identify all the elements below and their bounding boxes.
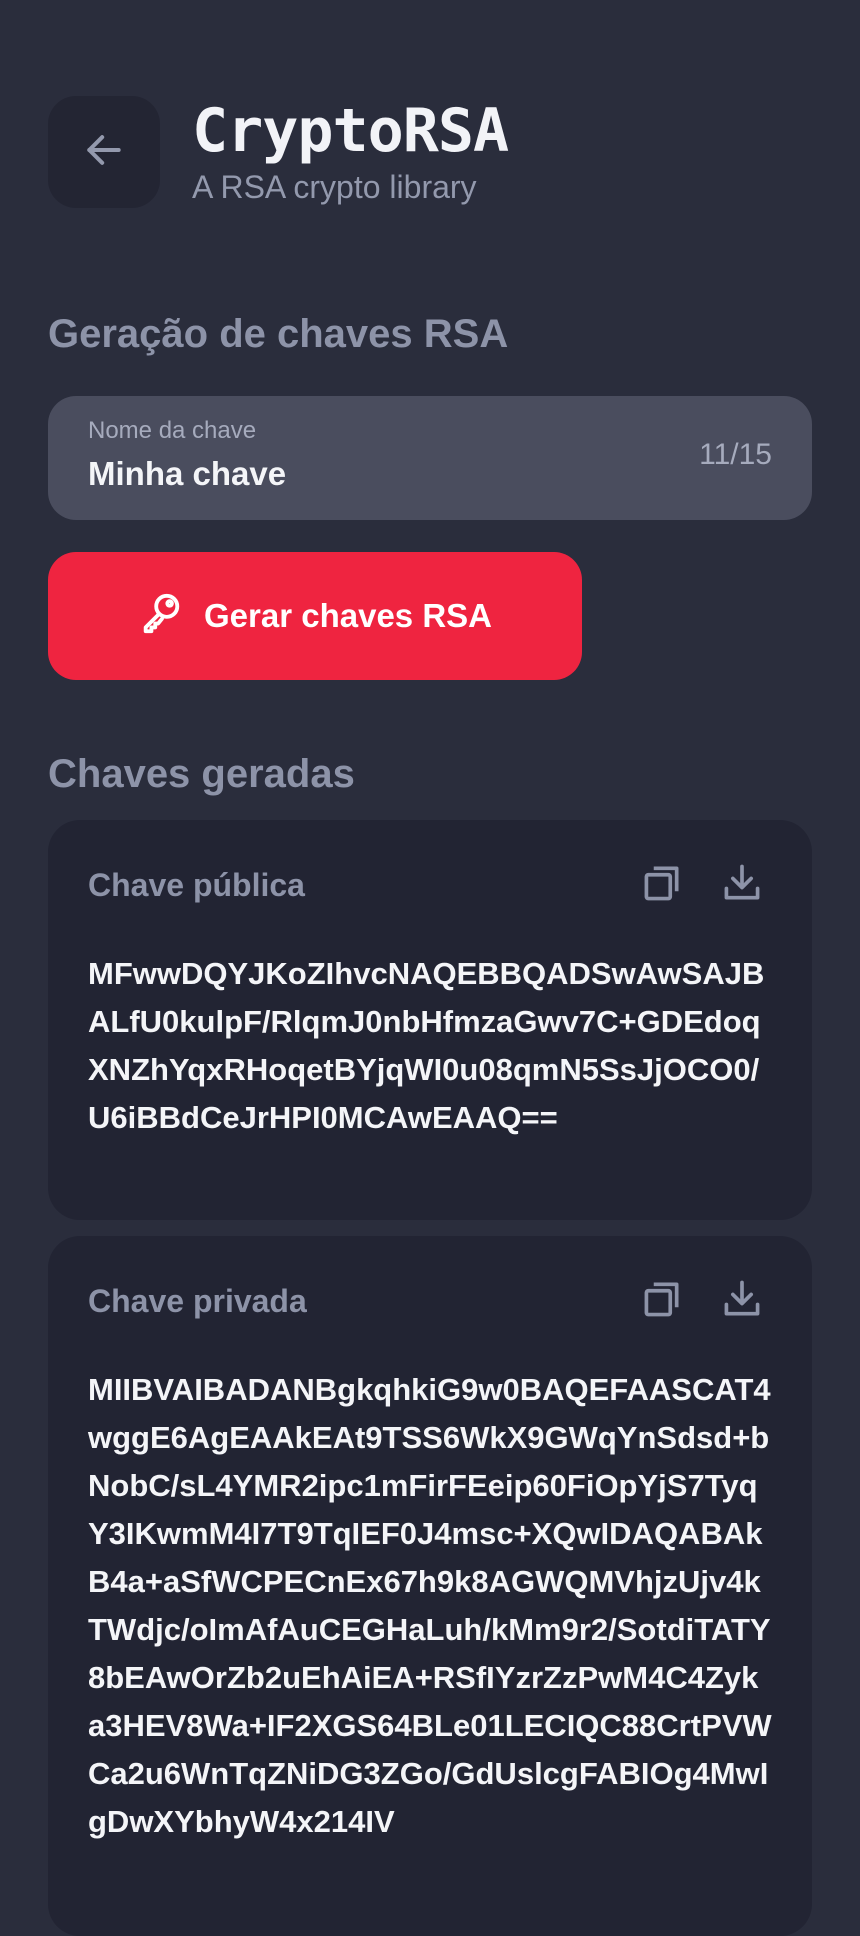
app-header: CryptoRSA A RSA crypto library bbox=[48, 96, 509, 208]
download-icon bbox=[720, 861, 764, 910]
key-name-field[interactable]: Nome da chave Minha chave 11/15 bbox=[48, 396, 812, 520]
back-button[interactable] bbox=[48, 96, 160, 208]
generate-keys-label: Gerar chaves RSA bbox=[204, 597, 492, 634]
private-key-title: Chave privada bbox=[88, 1282, 307, 1319]
app-title: CryptoRSA bbox=[192, 96, 509, 166]
arrow-left-icon bbox=[82, 128, 126, 177]
public-key-title: Chave pública bbox=[88, 866, 305, 903]
private-key-card-header: Chave privada bbox=[88, 1236, 772, 1366]
title-block: CryptoRSA A RSA crypto library bbox=[192, 96, 509, 207]
copy-private-key-button[interactable] bbox=[632, 1271, 692, 1331]
copy-icon bbox=[640, 1277, 684, 1326]
generated-keys-section-title: Chaves geradas bbox=[48, 752, 355, 796]
private-key-value: MIIBVAIBADANBgkqhkiG9w0BAQEFAASCAT4wggE6… bbox=[88, 1372, 772, 1839]
key-name-counter: 11/15 bbox=[699, 438, 772, 471]
copy-icon bbox=[640, 861, 684, 910]
generate-keys-button[interactable]: Gerar chaves RSA bbox=[48, 552, 582, 680]
copy-public-key-button[interactable] bbox=[632, 855, 692, 915]
app-subtitle: A RSA crypto library bbox=[192, 169, 477, 205]
key-generation-section-title: Geração de chaves RSA bbox=[48, 312, 509, 356]
public-key-value: MFwwDQYJKoZIhvcNAQEBBQADSwAwSAJBALfU0kul… bbox=[88, 956, 765, 1135]
public-key-card-header: Chave pública bbox=[88, 820, 772, 950]
download-icon bbox=[720, 1277, 764, 1326]
public-key-card: Chave pública MFwwDQYJKoZIhvcNAQEBBQADSw… bbox=[48, 820, 812, 1220]
private-key-card: Chave privada MIIBVAIBADANBgkqhkiG9w0BAQ… bbox=[48, 1236, 812, 1936]
download-public-key-button[interactable] bbox=[712, 855, 772, 915]
key-name-input[interactable]: Minha chave bbox=[88, 452, 772, 496]
download-private-key-button[interactable] bbox=[712, 1271, 772, 1331]
key-icon bbox=[138, 591, 184, 642]
key-name-label: Nome da chave bbox=[88, 417, 257, 444]
